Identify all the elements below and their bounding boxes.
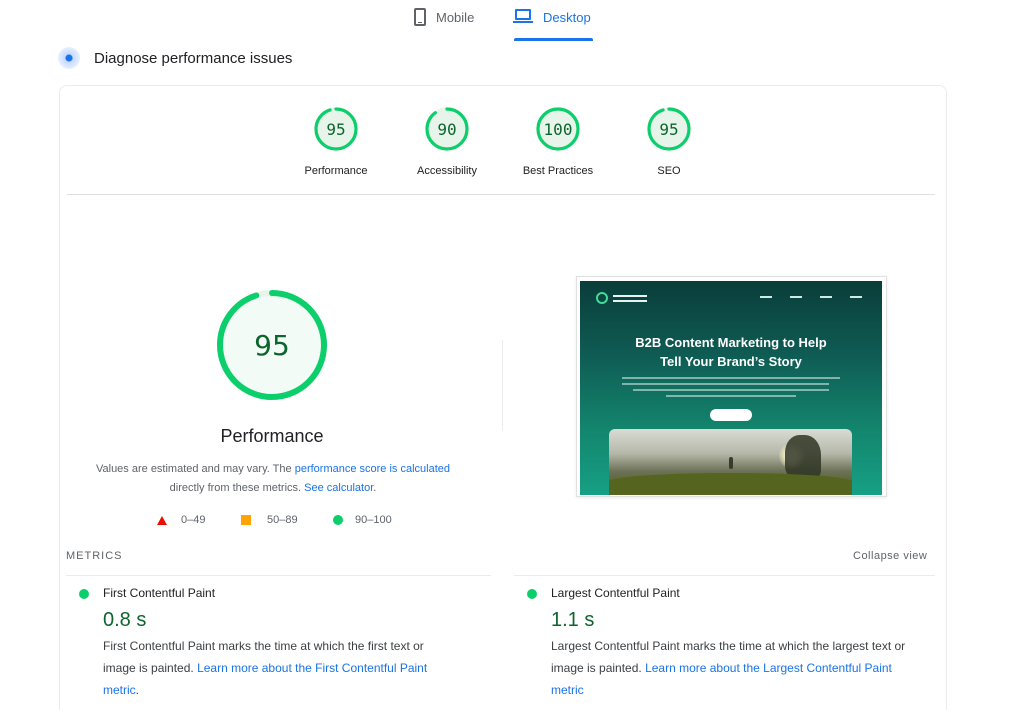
site-nav-links [760,296,862,298]
metric-description: Largest Contentful Paint marks the time … [551,635,906,701]
site-hero-photo [609,429,852,495]
gauge-score: 90 [437,120,456,139]
desc-text: Values are estimated and may vary. The [95,463,295,475]
site-logo-icon [596,292,608,304]
desc-text: . [373,482,377,494]
phone-icon [414,8,426,26]
performance-score: 95 [254,329,290,362]
diagnose-title: Diagnose performance issues [94,49,293,67]
tab-mobile[interactable]: Mobile [414,6,474,42]
gauge-ring: 95 [647,107,691,151]
site-headline-line: Tell Your Brand’s Story [660,354,802,369]
fail-triangle-icon [157,515,167,525]
metric-value: 1.1 s [551,609,595,631]
performance-gauge: 95 [217,290,327,400]
legend-pass: 90–100 [333,514,392,526]
device-tabs: Mobile Desktop [0,6,1024,42]
laptop-icon [513,9,533,24]
divider [67,194,935,195]
gauge-accessibility[interactable]: 90 Accessibility [402,106,492,177]
site-headline-line: B2B Content Marketing to Help [635,335,827,350]
pass-circle-icon [333,515,343,525]
site-nav [596,291,872,305]
legend-fail: 0–49 [157,514,205,526]
pass-circle-icon [79,589,89,599]
collapse-view-button[interactable]: Collapse view [853,550,927,562]
tab-desktop-label: Desktop [543,10,591,25]
metrics-heading: METRICS [66,550,123,562]
gauge-score: 95 [326,120,345,139]
metric-divider [66,575,491,576]
legend-pass-label: 90–100 [355,514,392,526]
desc-text: directly from these metrics. [169,482,305,494]
site-brand [613,294,647,302]
vertical-divider [502,340,503,430]
performance-description: Values are estimated and may vary. The p… [78,460,468,498]
metric-name: First Contentful Paint [103,586,216,600]
pass-circle-icon [527,589,537,599]
gauge-performance[interactable]: 95 Performance [291,106,381,177]
lighthouse-icon [58,47,80,69]
metric-description: First Contentful Paint marks the time at… [103,639,428,697]
average-square-icon [241,515,251,525]
gauge-label: Best Practices [522,165,594,177]
score-calculated-link[interactable]: performance score is calculated [295,463,450,475]
gauge-score: 95 [659,120,678,139]
gauge-label: Performance [304,165,368,177]
site-preview: B2B Content Marketing to Help Tell Your … [580,281,882,495]
gauge-ring: 95 [314,107,358,151]
metric-value: 0.8 s [103,609,147,631]
gauge-label: SEO [657,165,681,177]
site-headline: B2B Content Marketing to Help Tell Your … [580,333,882,371]
legend-average: 50–89 [241,514,298,526]
gauge-seo[interactable]: 95 SEO [624,106,714,177]
metric-name: Largest Contentful Paint [551,586,680,600]
performance-title: Performance [220,426,324,446]
see-calculator-link[interactable]: See calculator [304,482,373,494]
tab-desktop[interactable]: Desktop [513,6,591,42]
gauge-best-practices[interactable]: 100 Best Practices [513,106,603,177]
gauge-score: 100 [544,120,573,139]
gauge-ring: 100 [536,107,580,151]
diagnose-header: Diagnose performance issues [58,47,292,69]
page-screenshot: B2B Content Marketing to Help Tell Your … [576,276,887,497]
site-cta-button [710,409,752,421]
active-tab-indicator [514,38,593,41]
legend-fail-label: 0–49 [181,514,206,526]
legend-average-label: 50–89 [267,514,298,526]
gauge-ring: 90 [425,107,469,151]
metric-divider [514,575,935,576]
gauge-label: Accessibility [417,165,477,177]
site-body-text [622,377,840,401]
tab-mobile-label: Mobile [436,10,475,25]
